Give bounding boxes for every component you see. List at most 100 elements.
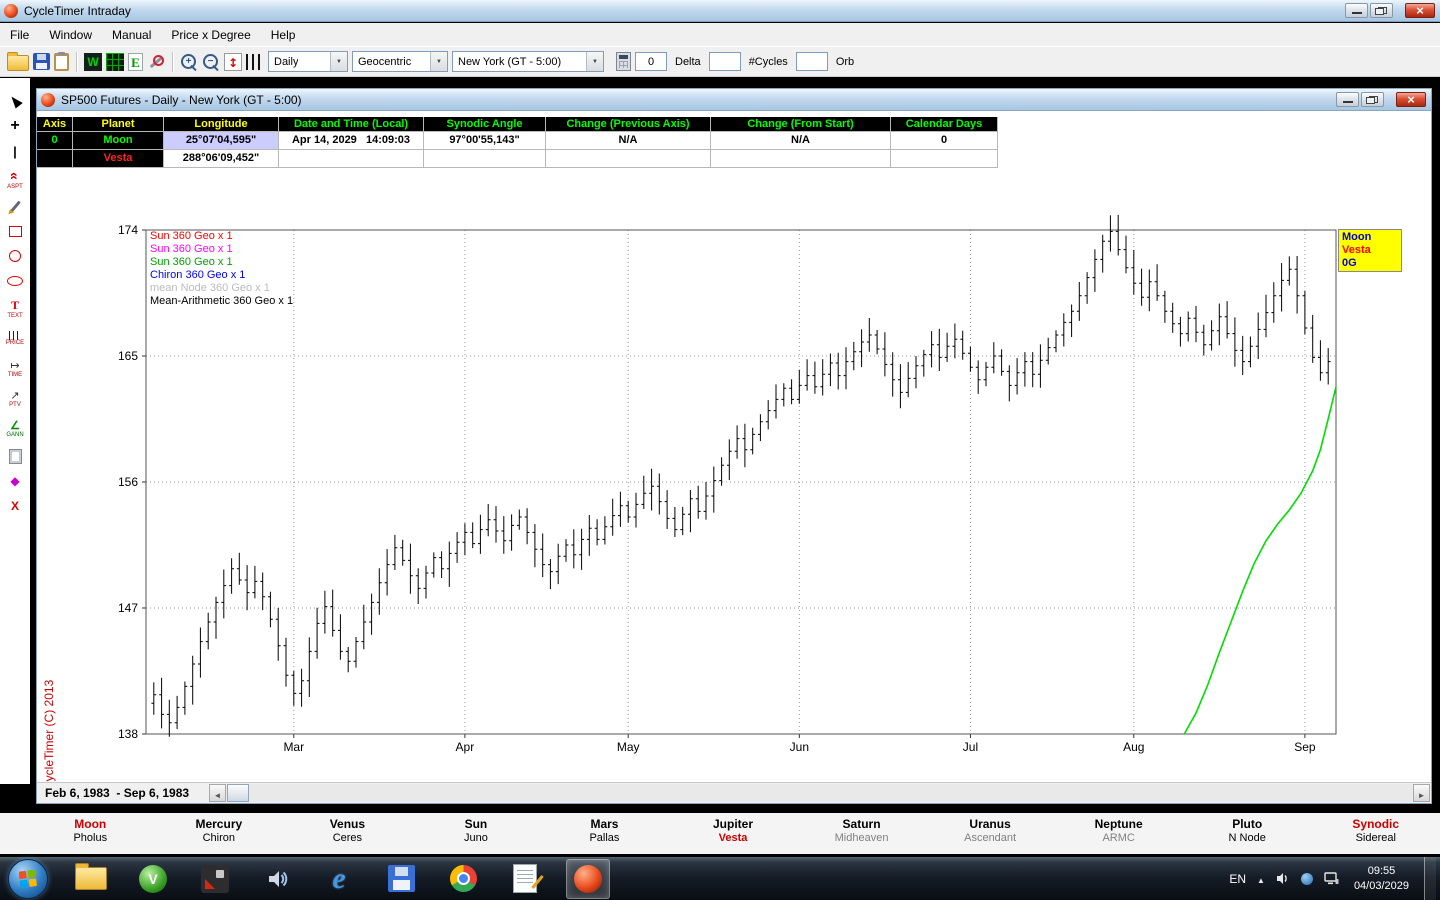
planet-column-neptune[interactable]: NeptuneARMC <box>1054 817 1183 854</box>
crosshair-tool[interactable] <box>10 115 19 137</box>
circle-tool[interactable] <box>9 245 21 267</box>
svg-text:156: 156 <box>118 475 138 489</box>
chevron-down-icon <box>586 52 603 71</box>
ptv-tool[interactable]: PTV <box>9 385 21 412</box>
chrome-taskbar-button[interactable] <box>442 860 484 898</box>
save-app-taskbar-button[interactable] <box>380 860 422 898</box>
zoom-out-icon[interactable] <box>202 53 220 71</box>
cycletimer-taskbar-icon <box>574 865 602 893</box>
planet-column-pluto[interactable]: PlutoN Node <box>1183 817 1312 854</box>
save-app-icon <box>388 865 415 892</box>
scroll-right-button[interactable] <box>1413 784 1430 802</box>
volume-mixer-taskbar-button[interactable] <box>256 860 298 898</box>
cycles-input[interactable] <box>796 52 828 71</box>
chart-close-button[interactable] <box>1396 92 1426 107</box>
tray-network-icon[interactable] <box>1324 872 1339 885</box>
coordinate-system-dropdown[interactable]: Geocentric <box>352 51 448 72</box>
explorer-taskbar-button[interactable] <box>70 860 112 898</box>
planet-column-mercury[interactable]: MercuryChiron <box>155 817 284 854</box>
tray-date: 04/03/2029 <box>1354 879 1409 894</box>
menu-price-x-degree[interactable]: Price x Degree <box>161 28 260 42</box>
chart-minimize-button[interactable] <box>1336 92 1359 107</box>
ephemeris-icon[interactable] <box>128 53 143 71</box>
table-header-change-previous-axis-: Change (Previous Axis) <box>546 117 711 132</box>
app-icon <box>4 4 18 18</box>
time-tool[interactable]: TIME <box>8 355 22 382</box>
horizontal-scrollbar[interactable] <box>209 784 1430 802</box>
legend-entry: Mean-Arithmetic 360 Geo x 1 <box>150 295 293 308</box>
zoom-in-icon[interactable] <box>180 53 198 71</box>
scroll-thumb[interactable] <box>227 784 249 802</box>
menu-file[interactable]: File <box>0 28 39 42</box>
price-tool[interactable]: PRICE <box>6 325 24 352</box>
copy-tool[interactable] <box>9 445 22 467</box>
planet-column-saturn[interactable]: SaturnMidheaven <box>797 817 926 854</box>
tools-icon[interactable] <box>147 53 165 71</box>
timezone-dropdown[interactable]: New York (GT - 5:00) <box>452 51 604 72</box>
close-button[interactable] <box>1405 3 1435 18</box>
diamond-tool[interactable] <box>10 470 19 492</box>
app-titlebar: CycleTimer Intraday <box>0 0 1440 22</box>
show-desktop-button[interactable] <box>1424 857 1436 900</box>
overlay-item: Vesta <box>1342 244 1398 257</box>
paste-icon[interactable] <box>54 53 69 71</box>
vertical-line-tool[interactable] <box>13 140 17 162</box>
menu-window[interactable]: Window <box>39 28 102 42</box>
tray-volume-icon[interactable] <box>1276 872 1290 885</box>
calculator-icon[interactable] <box>616 52 631 71</box>
gann-tool[interactable]: GANN <box>6 415 23 442</box>
dark-red-app-taskbar-button[interactable] <box>194 860 236 898</box>
cycletimer-taskbar-button[interactable] <box>566 859 610 899</box>
planet-column-sun[interactable]: SunJuno <box>412 817 541 854</box>
language-indicator[interactable]: EN <box>1229 872 1246 886</box>
planet-top-label: Saturn <box>797 817 926 832</box>
chart-legend: Sun 360 Geo x 1Sun 360 Geo x 1Sun 360 Ge… <box>150 230 293 308</box>
text-tool[interactable]: TEXT <box>7 295 22 322</box>
count-input[interactable] <box>635 52 667 71</box>
planet-column-moon[interactable]: MoonPholus <box>26 817 155 854</box>
period-dropdown[interactable]: Daily <box>268 51 348 72</box>
planet-column-jupiter[interactable]: JupiterVesta <box>669 817 798 854</box>
price-time-icon[interactable] <box>224 53 242 71</box>
table-header-axis: Axis <box>37 117 73 132</box>
save-icon[interactable] <box>33 53 50 70</box>
chart-restore-button[interactable] <box>1361 92 1384 107</box>
tray-bluetooth-icon[interactable] <box>1301 873 1313 885</box>
svg-text:Jun: Jun <box>790 740 809 754</box>
wave-chart-icon[interactable] <box>84 53 102 71</box>
aspect-tool[interactable]: ASPT <box>7 165 23 192</box>
internet-explorer-taskbar-button[interactable]: e <box>318 860 360 898</box>
editor-app-icon <box>513 864 537 893</box>
delta-input[interactable] <box>709 52 741 71</box>
gann-icon <box>10 419 20 432</box>
pencil-tool[interactable] <box>14 195 17 217</box>
planet-column-venus[interactable]: VenusCeres <box>283 817 412 854</box>
green-app-taskbar-button[interactable]: V <box>132 860 174 898</box>
grid-icon[interactable] <box>106 53 124 71</box>
table-cell-datetime: Apr 14, 2029 14:09:03 <box>279 132 424 150</box>
restore-button[interactable] <box>1370 3 1393 18</box>
planet-column-uranus[interactable]: UranusAscendant <box>926 817 1055 854</box>
planet-top-label: Sun <box>412 817 541 832</box>
planet-column-synodic[interactable]: SynodicSidereal <box>1311 817 1440 854</box>
start-button[interactable] <box>8 859 48 899</box>
orb-label: Orb <box>836 56 854 68</box>
delete-tool[interactable] <box>11 495 19 517</box>
tray-clock[interactable]: 09:55 04/03/2029 <box>1354 864 1409 894</box>
menu-help[interactable]: Help <box>261 28 306 42</box>
menu-manual[interactable]: Manual <box>102 28 161 42</box>
pointer-tool[interactable] <box>11 90 20 112</box>
open-folder-icon[interactable] <box>7 55 29 71</box>
editor-taskbar-button[interactable] <box>504 860 546 898</box>
ellipse-tool[interactable] <box>7 270 23 292</box>
bars-icon[interactable] <box>246 54 264 70</box>
planet-column-mars[interactable]: MarsPallas <box>540 817 669 854</box>
svg-text:Mar: Mar <box>283 740 304 754</box>
rectangle-tool[interactable] <box>9 220 22 242</box>
app-client-area: ASPT TEXT PRICE TIME PTV <box>0 78 1440 856</box>
tray-expand-icon[interactable] <box>1257 870 1265 888</box>
scroll-left-button[interactable] <box>209 784 226 802</box>
chevron-down-icon <box>330 52 347 71</box>
explorer-icon <box>75 867 107 890</box>
minimize-button[interactable] <box>1345 3 1368 18</box>
